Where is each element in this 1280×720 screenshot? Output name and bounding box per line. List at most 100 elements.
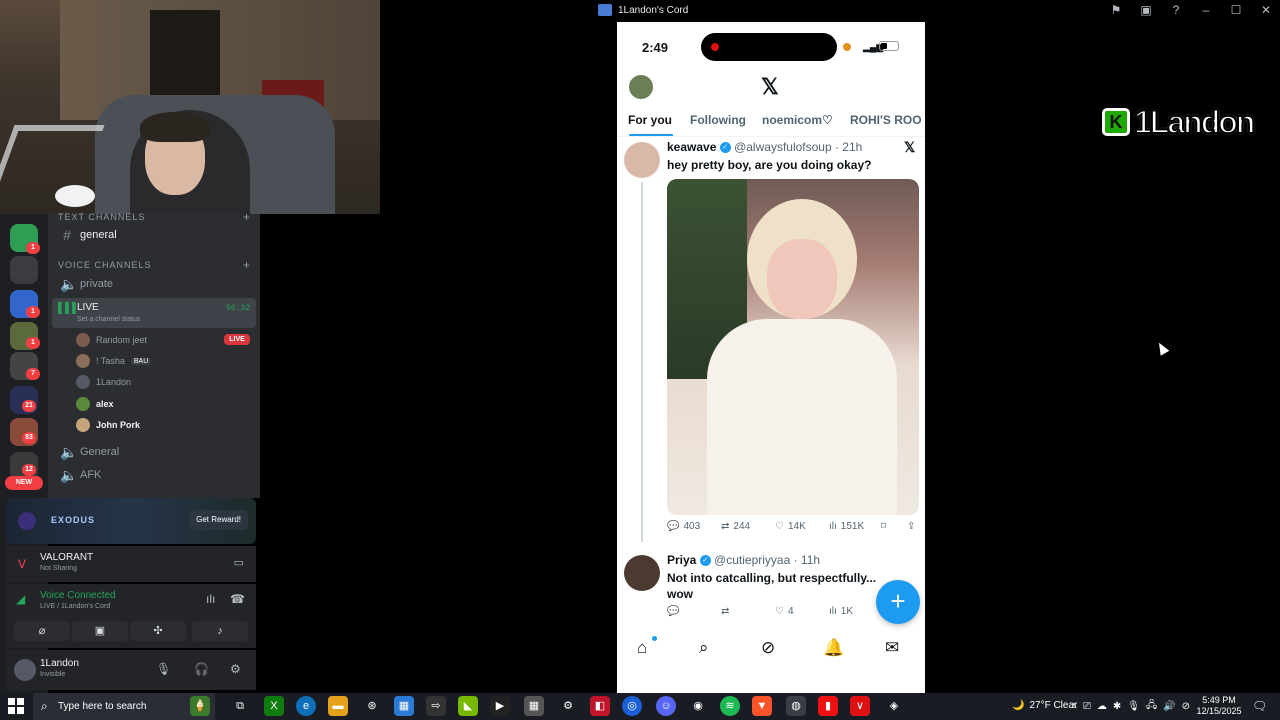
taskbar-search[interactable]: ⌕ Type here to search [33, 693, 215, 720]
tab-list[interactable]: noemicom♡ [762, 113, 833, 127]
stream-icon[interactable]: ▭ [234, 556, 244, 569]
weather-widget[interactable]: 🌙 27°F Clear [1012, 700, 1077, 711]
channel-private[interactable]: 🔈 private [52, 273, 256, 295]
app-icon[interactable]: ∨ [850, 696, 870, 716]
github-icon[interactable]: ◉ [688, 696, 708, 716]
bell-icon[interactable]: 🔔 [823, 638, 844, 658]
maximize-button[interactable]: ☐ [1228, 3, 1244, 17]
app-icon[interactable]: ◈ [884, 696, 904, 716]
mail-icon[interactable]: ✉ [885, 638, 899, 658]
add-channel-icon[interactable]: + [243, 258, 250, 272]
minimize-button[interactable]: – [1198, 3, 1214, 17]
tab-following[interactable]: Following [690, 113, 746, 127]
task-view-icon[interactable]: ⧉ [230, 696, 250, 716]
like-button[interactable]: ♡ 4 [775, 606, 794, 617]
home-icon[interactable]: ⌂ [637, 638, 647, 658]
voice-user[interactable]: 1Landon [76, 372, 131, 392]
channel-general-voice[interactable]: 🔈 General [52, 441, 256, 463]
flag-icon[interactable]: ⚑ [1108, 3, 1124, 17]
notification-center-icon[interactable]: 🗨 [1252, 699, 1267, 713]
app-icon[interactable]: ◧ [590, 696, 610, 716]
wifi-icon[interactable]: ☁ [1097, 701, 1107, 712]
app-icon[interactable]: ▮ [818, 696, 838, 716]
food-app-icon[interactable]: 🍦 [190, 696, 210, 716]
share-icon[interactable]: ⇪ [907, 521, 915, 532]
activities-button[interactable]: ✣ [130, 621, 186, 641]
media-icon[interactable]: ▶ [490, 696, 510, 716]
tweet-handle[interactable]: @alwaysfulofsoup · 21h [734, 140, 862, 154]
search-icon[interactable]: ⌕ [699, 638, 709, 658]
disconnect-icon[interactable]: ☎ [230, 592, 245, 606]
browser-icon[interactable]: ◎ [622, 696, 642, 716]
voice-user[interactable]: ! Tasha BAU [76, 351, 152, 371]
user-name[interactable]: 1Landon [40, 658, 79, 669]
views-button[interactable]: ılı 1K [829, 606, 853, 617]
camera-button[interactable]: ⌀ [14, 621, 70, 641]
grok-x-icon[interactable]: 𝕏 [904, 139, 915, 156]
category-text-channels[interactable]: TEXT CHANNELS [58, 212, 145, 222]
settings-icon[interactable]: ⚙ [558, 696, 578, 716]
help-icon[interactable]: ? [1168, 3, 1184, 17]
tweet-author[interactable]: keawave [667, 140, 716, 154]
tweet-avatar[interactable] [624, 142, 660, 178]
tweet-author[interactable]: Priya [667, 553, 696, 567]
tweet-handle[interactable]: @cutiepriyyaa · 11h [714, 553, 820, 567]
voice-user[interactable]: alex [76, 394, 114, 414]
voice-user[interactable]: Random jeet [76, 330, 147, 350]
tab-list[interactable]: ROHI'S ROO [850, 113, 922, 127]
compose-post-button[interactable]: + [876, 580, 920, 624]
voice-user[interactable]: John Pork [76, 415, 140, 435]
channel-status[interactable]: Set a channel status [77, 316, 140, 323]
profile-avatar[interactable] [629, 75, 653, 99]
calculator-icon[interactable]: ▦ [524, 696, 544, 716]
close-button[interactable]: ✕ [1258, 3, 1274, 17]
tweet-image[interactable] [667, 179, 919, 515]
repost-icon[interactable]: ⇄ [721, 606, 729, 617]
signal-icon[interactable]: ◢ [16, 592, 25, 606]
noise-suppression-icon[interactable]: ılı [206, 592, 215, 606]
bookmark-icon[interactable]: ⌑ [881, 521, 886, 532]
app-icon[interactable]: ⊛ [362, 696, 382, 716]
xbox-icon[interactable]: X [264, 696, 284, 716]
reply-icon[interactable]: 💬 [667, 606, 679, 617]
brave-icon[interactable]: ▼ [752, 696, 772, 716]
settings-gear-icon[interactable]: ⚙ [230, 662, 241, 676]
channel-general[interactable]: # general [52, 224, 256, 246]
chrome-icon[interactable]: ◍ [786, 696, 806, 716]
nvidia-icon[interactable]: ◣ [458, 696, 478, 716]
repost-button[interactable]: ⇄ 244 [721, 521, 750, 532]
tray-icon[interactable]: ⎚ [1083, 701, 1091, 712]
get-reward-button[interactable]: Get Reward! [189, 510, 248, 530]
tray-icon[interactable]: ⊘ [1182, 701, 1190, 712]
windows-start-icon[interactable] [8, 698, 24, 714]
network-icon[interactable]: 🖧 [1146, 698, 1157, 715]
views-button[interactable]: ılı 151K [829, 521, 864, 532]
reply-button[interactable]: 💬 403 [667, 521, 700, 532]
soundboard-button[interactable]: ♪ [192, 621, 248, 641]
app-icon[interactable]: ⇨ [426, 696, 446, 716]
spotify-icon[interactable]: ≋ [720, 696, 740, 716]
file-explorer-icon[interactable]: ▬ [328, 696, 348, 716]
store-icon[interactable]: ▦ [394, 696, 414, 716]
channel-live[interactable]: ▌▌▌ LIVE Set a channel status 56:32 [52, 298, 256, 328]
category-voice-channels[interactable]: VOICE CHANNELS [58, 260, 152, 270]
volume-icon[interactable]: 🔊 [1163, 701, 1175, 712]
edge-icon[interactable]: e [296, 696, 316, 716]
headphones-icon[interactable]: 🎧 [194, 662, 209, 676]
avatar[interactable] [14, 659, 36, 681]
tweet-avatar[interactable] [624, 555, 660, 591]
bluetooth-icon[interactable]: ✱ [1113, 701, 1121, 712]
tab-for-you[interactable]: For you [628, 113, 672, 127]
server-icon[interactable] [10, 256, 38, 284]
share-screen-button[interactable]: ▣ [72, 621, 128, 641]
mic-icon[interactable]: 🎙 [1127, 701, 1140, 712]
chevron-up-icon[interactable]: ˄ [1071, 701, 1077, 712]
add-channel-icon[interactable]: + [243, 210, 250, 224]
grok-icon[interactable]: ⊘ [761, 638, 775, 658]
discord-icon[interactable]: ☺ [656, 696, 676, 716]
screen-share-icon[interactable]: ▣ [1138, 3, 1154, 17]
promo-banner[interactable]: EXODUS Get Reward! [6, 498, 256, 544]
channel-afk[interactable]: 🔈 AFK [52, 464, 256, 486]
taskbar-clock[interactable]: 5:49 PM 12/15/2025 [1195, 695, 1243, 717]
microphone-icon[interactable]: 🎙 [156, 662, 171, 676]
